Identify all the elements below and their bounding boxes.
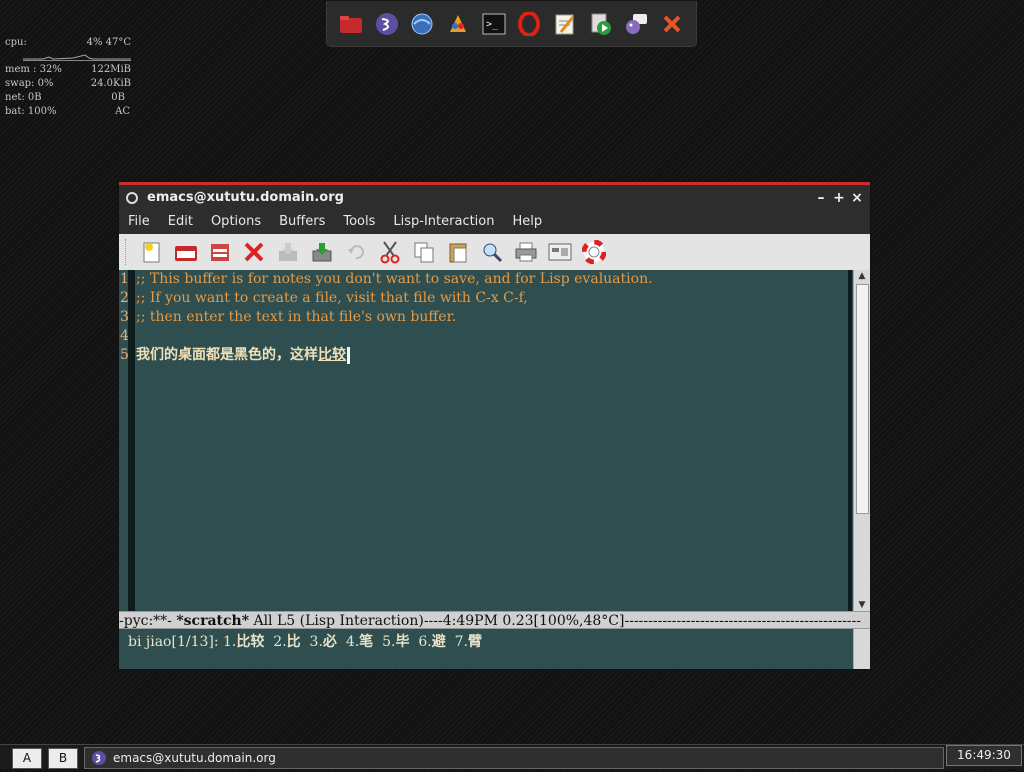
candidate[interactable]: 毕 <box>395 634 409 650</box>
minibuffer-scrollbar[interactable] <box>853 629 870 669</box>
cpu-value: 4% 47°C <box>86 37 131 48</box>
editor-scrollbar[interactable]: ▲ ▼ <box>853 270 870 611</box>
menu-lisp-interaction[interactable]: Lisp-Interaction <box>384 210 503 234</box>
mem-label: mem : 32% <box>5 64 62 75</box>
candidate[interactable]: 避 <box>432 634 446 650</box>
emacs-window: emacs@xututu.domain.org – + × File Edit … <box>118 181 871 670</box>
workspace-a-button[interactable]: A <box>12 748 42 769</box>
svg-text:>_: >_ <box>486 19 499 30</box>
cpu-graph <box>23 50 131 61</box>
modeline-prefix: -pyc:**- <box>119 613 177 629</box>
line-numbers: 1 2 3 4 5 <box>119 270 129 611</box>
modeline-status: All L5 (Lisp Interaction)----4:49PM 0.23… <box>249 613 862 629</box>
candidate[interactable]: 笔 <box>359 634 373 650</box>
save-as-icon[interactable] <box>308 238 336 266</box>
menu-buffers[interactable]: Buffers <box>270 210 334 234</box>
scroll-up-icon[interactable]: ▲ <box>854 270 870 282</box>
window-menu-icon[interactable] <box>126 191 138 204</box>
cpu-label: cpu: <box>5 37 27 48</box>
customize-icon[interactable] <box>546 238 574 266</box>
mode-line: -pyc:**- *scratch* All L5 (Lisp Interact… <box>119 611 870 629</box>
browser-icon[interactable] <box>409 11 435 37</box>
menu-file[interactable]: File <box>119 210 159 234</box>
kill-buffer-icon[interactable] <box>240 238 268 266</box>
mem-value: 122MiB <box>91 64 131 75</box>
tool-bar <box>119 234 870 271</box>
dired-icon[interactable] <box>206 238 234 266</box>
close-icon[interactable] <box>659 11 685 37</box>
text-cursor <box>347 346 350 364</box>
modeline-buffer-name[interactable]: *scratch* <box>176 613 249 628</box>
save-icon[interactable] <box>274 238 302 266</box>
scroll-down-icon[interactable]: ▼ <box>854 599 870 611</box>
menu-options[interactable]: Options <box>202 210 270 234</box>
input-method-candidates: bi jiao[1/13]: 1.比较 2.比 3.必 4.笔 5.毕 6.避 … <box>128 634 482 650</box>
minibuffer[interactable]: bi jiao[1/13]: 1.比较 2.比 3.必 4.笔 5.毕 6.避 … <box>119 629 870 669</box>
folder-icon[interactable] <box>338 11 364 37</box>
help-icon[interactable] <box>580 238 608 266</box>
paste-icon[interactable] <box>444 238 472 266</box>
buffer-line: ;; This buffer is for notes you don't wa… <box>136 271 653 287</box>
paint-icon[interactable] <box>445 11 471 37</box>
maximize-button[interactable]: + <box>830 190 848 206</box>
right-fringe <box>848 270 852 611</box>
left-fringe <box>128 270 135 611</box>
editor-area[interactable]: 1 2 3 4 5 ;; This buffer is for notes yo… <box>119 270 870 611</box>
taskbar: A B emacs@xututu.domain.org 16:49:30 <box>0 744 1024 769</box>
search-icon[interactable] <box>478 238 506 266</box>
chat-icon[interactable] <box>623 11 649 37</box>
print-icon[interactable] <box>512 238 540 266</box>
terminal-icon[interactable]: >_ <box>481 11 507 37</box>
media-player-icon[interactable] <box>588 11 614 37</box>
new-file-icon[interactable] <box>138 238 166 266</box>
cut-icon[interactable] <box>376 238 404 266</box>
net-value: 0B <box>111 92 125 103</box>
pinyin-prefix: bi jiao[1/13]: <box>128 634 224 650</box>
app-dock: >_ <box>326 1 697 47</box>
minimize-button[interactable]: – <box>812 190 830 206</box>
bat-value: AC <box>115 106 130 117</box>
system-monitor: cpu: 4% 47°C mem : 32% 122MiB swap: 0% 24.0… <box>5 36 131 119</box>
buffer-line: ;; then enter the text in that file's ow… <box>136 309 457 325</box>
taskbar-item-emacs[interactable]: emacs@xututu.domain.org <box>84 747 944 769</box>
swap-label: swap: 0% <box>5 78 54 89</box>
taskbar-item-label: emacs@xututu.domain.org <box>113 751 276 765</box>
opera-icon[interactable] <box>516 11 542 37</box>
undo-icon[interactable] <box>342 238 370 266</box>
text-editor-icon[interactable] <box>552 11 578 37</box>
menu-help[interactable]: Help <box>504 210 552 234</box>
bat-label: bat: 100% <box>5 106 57 117</box>
workspace-b-button[interactable]: B <box>48 748 78 769</box>
net-label: net: 0B <box>5 92 42 103</box>
committed-text: 我们的桌面都是黑色的，这样 <box>136 347 318 363</box>
swap-value: 24.0KiB <box>90 78 131 89</box>
copy-icon[interactable] <box>410 238 438 266</box>
menu-edit[interactable]: Edit <box>159 210 202 234</box>
close-button[interactable]: × <box>848 190 866 206</box>
emacs-icon <box>91 750 107 772</box>
buffer-line <box>136 327 848 346</box>
candidate[interactable]: 必 <box>323 634 337 650</box>
candidate[interactable]: 比较 <box>236 634 264 650</box>
preedit-text: 比较 <box>318 347 346 363</box>
buffer-text[interactable]: ;; This buffer is for notes you don't wa… <box>136 270 848 611</box>
buffer-line-input: 我们的桌面都是黑色的，这样比较 <box>136 346 848 365</box>
open-file-icon[interactable] <box>172 238 200 266</box>
candidate[interactable]: 比 <box>287 634 301 650</box>
scrollbar-thumb[interactable] <box>856 284 869 514</box>
candidate[interactable]: 臂 <box>468 634 482 650</box>
buffer-line: ;; If you want to create a file, visit t… <box>136 290 528 306</box>
clock: 16:49:30 <box>946 745 1022 766</box>
window-title: emacs@xututu.domain.org <box>147 190 344 205</box>
menu-tools[interactable]: Tools <box>334 210 384 234</box>
emacs-icon[interactable] <box>374 11 400 37</box>
menu-bar: File Edit Options Buffers Tools Lisp-Int… <box>119 210 870 234</box>
title-bar[interactable]: emacs@xututu.domain.org – + × <box>119 185 870 210</box>
